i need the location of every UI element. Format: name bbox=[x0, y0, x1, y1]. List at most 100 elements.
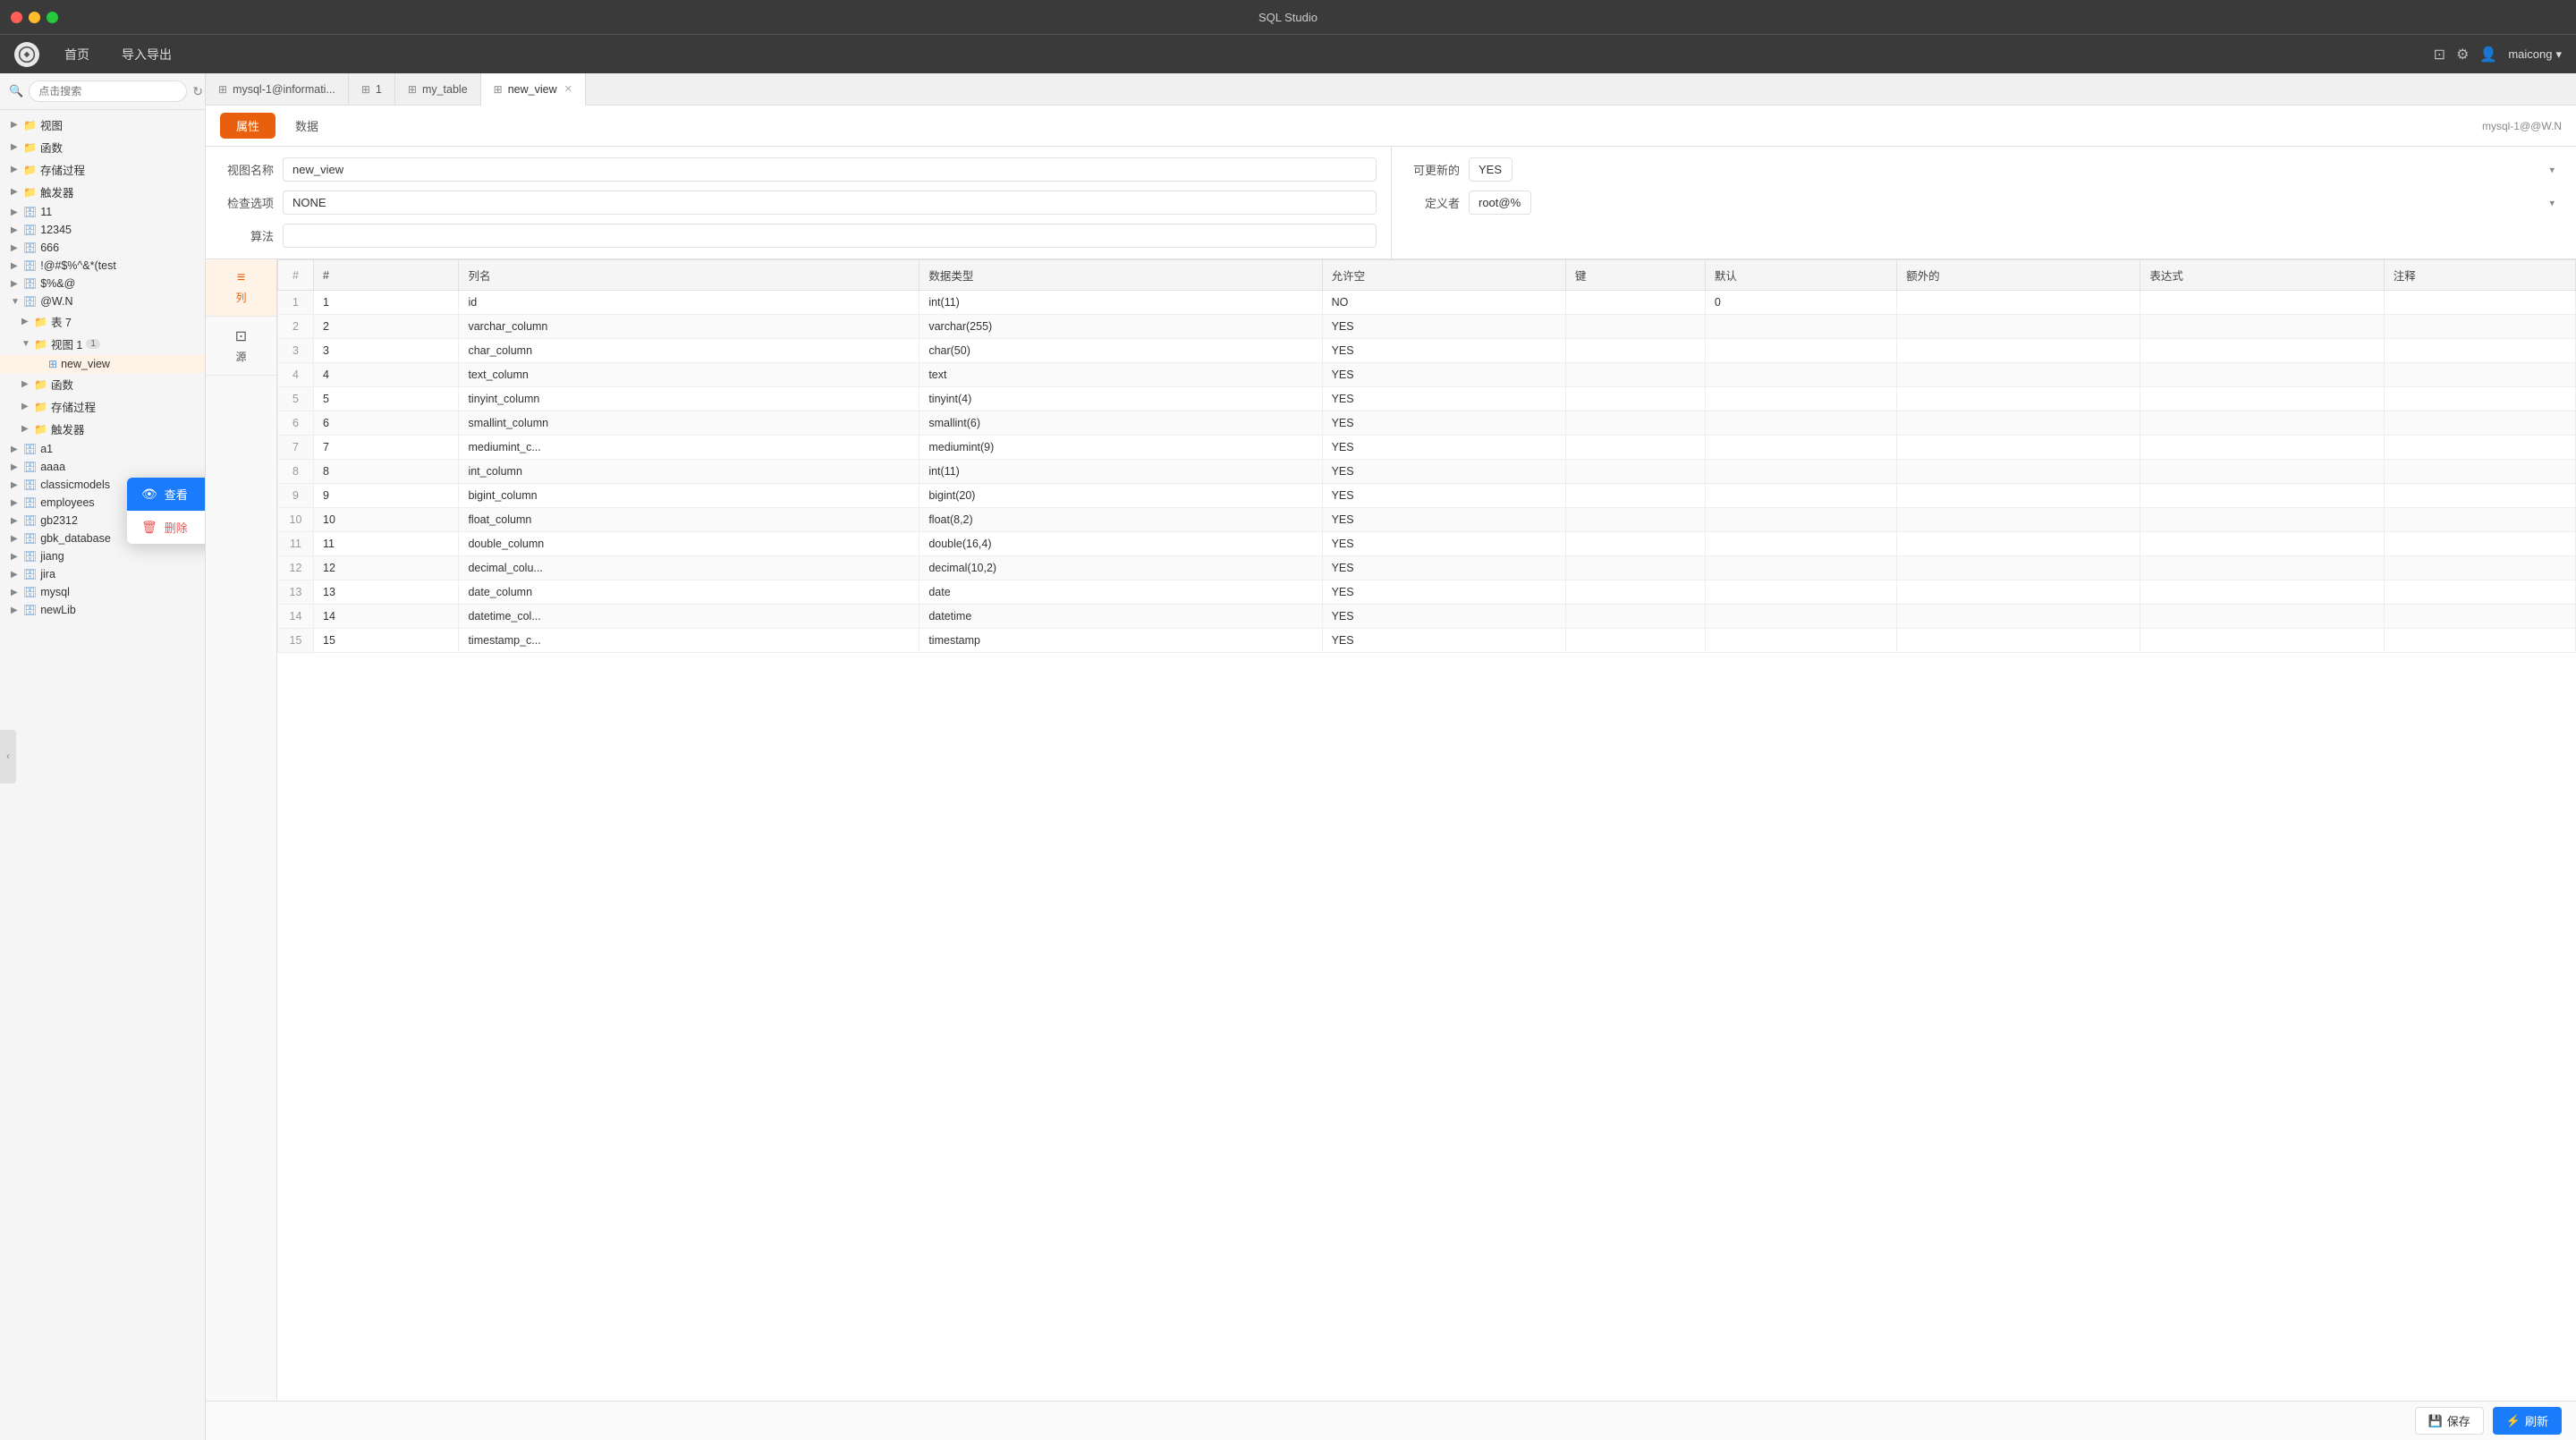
sidebar-item-@W.N[interactable]: ▼🗄@W.N bbox=[0, 292, 205, 310]
cell-key-12 bbox=[1565, 580, 1705, 605]
form-select-definer[interactable]: root@% bbox=[1469, 191, 1531, 215]
nav-home[interactable]: 首页 bbox=[57, 42, 97, 67]
table-row[interactable]: 1010float_columnfloat(8,2)YES bbox=[278, 508, 2576, 532]
sidebar-item-触发器2[interactable]: ▶📁触发器 bbox=[0, 418, 205, 440]
search-input[interactable] bbox=[29, 80, 187, 102]
sidebar-item-表7[interactable]: ▶📁表 7 bbox=[0, 310, 205, 333]
sidebar-item-jira[interactable]: ▶🗄jira bbox=[0, 565, 205, 583]
save-button[interactable]: 💾 保存 bbox=[2415, 1407, 2484, 1435]
form-input-view-name[interactable] bbox=[283, 157, 1377, 182]
table-row[interactable]: 77mediumint_c...mediumint(9)YES bbox=[278, 436, 2576, 460]
cell-extra-1 bbox=[1897, 315, 2140, 339]
table-row[interactable]: 11idint(11)NO0 bbox=[278, 291, 2576, 315]
db-icon: 🗄 bbox=[23, 604, 37, 616]
nav-import-export[interactable]: 导入导出 bbox=[114, 42, 179, 67]
form-row-updatable: 可更新的 YES NO bbox=[1406, 157, 2562, 182]
sidebar-item-a1[interactable]: ▶🗄a1 bbox=[0, 440, 205, 458]
sidebar-collapse-button[interactable]: ‹ bbox=[0, 730, 16, 784]
table-row[interactable]: 44text_columntextYES bbox=[278, 363, 2576, 387]
table-row[interactable]: 1515timestamp_c...timestampYES bbox=[278, 629, 2576, 653]
context-menu-item-delete[interactable]: 🗑删除 bbox=[127, 511, 206, 544]
cell-num-10: 11 bbox=[314, 532, 459, 556]
table-row[interactable]: 1414datetime_col...datetimeYES bbox=[278, 605, 2576, 629]
minimize-button[interactable] bbox=[29, 12, 40, 23]
cell-col_name-12: date_column bbox=[459, 580, 919, 605]
form-label-definer: 定义者 bbox=[1406, 194, 1460, 211]
sidebar-item-!@#$%^&*(test[interactable]: ▶🗄!@#$%^&*(test bbox=[0, 257, 205, 275]
table-row[interactable]: 1313date_columndateYES bbox=[278, 580, 2576, 605]
tab-icon-my_table: ⊞ bbox=[408, 83, 417, 96]
cell-num-4: 5 bbox=[314, 387, 459, 411]
sidebar-item-aaaa[interactable]: ▶🗄aaaa bbox=[0, 458, 205, 476]
user-icon[interactable]: 👤 bbox=[2479, 46, 2497, 64]
tree-item-label: gb2312 bbox=[40, 514, 78, 527]
refresh-icon[interactable]: ↻ bbox=[192, 84, 203, 99]
sidebar-item-视图[interactable]: ▶📁视图 bbox=[0, 114, 205, 136]
tab-mysql-1[interactable]: ⊞mysql-1@informati... bbox=[206, 73, 349, 105]
sidebar-item-mysql[interactable]: ▶🗄mysql bbox=[0, 583, 205, 601]
table-row[interactable]: 22varchar_columnvarchar(255)YES bbox=[278, 315, 2576, 339]
table-row[interactable]: 33char_columnchar(50)YES bbox=[278, 339, 2576, 363]
sidebar-item-触发器[interactable]: ▶📁触发器 bbox=[0, 181, 205, 203]
user-name[interactable]: maicong ▾ bbox=[2508, 47, 2562, 62]
sidebar-item-666[interactable]: ▶🗄666 bbox=[0, 239, 205, 257]
sidebar-item-函数[interactable]: ▶📁函数 bbox=[0, 136, 205, 158]
arrow-icon: ▶ bbox=[11, 462, 21, 472]
maximize-button[interactable] bbox=[47, 12, 58, 23]
settings-icon[interactable]: ⚙ bbox=[2456, 46, 2469, 64]
tab-close-new_view[interactable]: ✕ bbox=[564, 83, 572, 95]
tab-my_table[interactable]: ⊞my_table bbox=[395, 73, 481, 105]
sidebar-item-newLib[interactable]: ▶🗄newLib bbox=[0, 601, 205, 619]
table-row[interactable]: 88int_columnint(11)YES bbox=[278, 460, 2576, 484]
cell-col_name-4: tinyint_column bbox=[459, 387, 919, 411]
toolbar-tab-attr[interactable]: 属性 bbox=[220, 113, 275, 139]
traffic-lights bbox=[11, 12, 58, 23]
db-icon: 🗄 bbox=[23, 241, 37, 254]
sidebar-item-视图1[interactable]: ▼📁视图 11 bbox=[0, 333, 205, 355]
sidebar-item-存储过程2[interactable]: ▶📁存储过程 bbox=[0, 395, 205, 418]
cell-comment-9 bbox=[2384, 508, 2575, 532]
sidebar-item-12345[interactable]: ▶🗄12345 bbox=[0, 221, 205, 239]
close-button[interactable] bbox=[11, 12, 22, 23]
ctx-label-view: 查看 bbox=[165, 486, 188, 503]
form-input-check-option[interactable] bbox=[283, 191, 1377, 215]
sidebar-item-jiang[interactable]: ▶🗄jiang bbox=[0, 547, 205, 565]
refresh-button[interactable]: ⚡ 刷新 bbox=[2493, 1407, 2562, 1435]
sidebar-item-存储过程[interactable]: ▶📁存储过程 bbox=[0, 158, 205, 181]
tab-1[interactable]: ⊞1 bbox=[349, 73, 395, 105]
sidebar-item-11[interactable]: ▶🗄11 bbox=[0, 203, 205, 221]
context-menu-item-view[interactable]: 👁查看 bbox=[127, 478, 206, 511]
form-select-updatable[interactable]: YES NO bbox=[1469, 157, 1513, 182]
form-input-algorithm[interactable] bbox=[283, 224, 1377, 248]
cell-extra-7 bbox=[1897, 460, 2140, 484]
table-row[interactable]: 55tinyint_columntinyint(4)YES bbox=[278, 387, 2576, 411]
arrow-icon: ▶ bbox=[11, 588, 21, 597]
tree-item-label: a1 bbox=[40, 443, 53, 455]
tab-new_view[interactable]: ⊞new_view✕ bbox=[481, 73, 586, 106]
toolbar-tab-data[interactable]: 数据 bbox=[279, 113, 335, 139]
sidebar-item-函数2[interactable]: ▶📁函数 bbox=[0, 373, 205, 395]
cell-nullable-7: YES bbox=[1322, 460, 1565, 484]
cell-extra-2 bbox=[1897, 339, 2140, 363]
tree-item-label: gbk_database bbox=[40, 532, 111, 545]
cell-data_type-10: double(16,4) bbox=[919, 532, 1322, 556]
sidebar-item-new_view[interactable]: ⊞new_view bbox=[0, 355, 205, 373]
cell-default_val-0: 0 bbox=[1705, 291, 1896, 315]
cell-data_type-9: float(8,2) bbox=[919, 508, 1322, 532]
topnav-right: ⊡ ⚙ 👤 maicong ▾ bbox=[2434, 46, 2562, 64]
cell-comment-13 bbox=[2384, 605, 2575, 629]
tabs-bar: ⊞mysql-1@informati...⊞1⊞my_table⊞new_vie… bbox=[206, 73, 2576, 106]
table-row[interactable]: 1212decimal_colu...decimal(10,2)YES bbox=[278, 556, 2576, 580]
translate-icon[interactable]: ⊡ bbox=[2434, 46, 2445, 64]
cell-key-9 bbox=[1565, 508, 1705, 532]
table-sidebar-item-list[interactable]: ≡列 bbox=[206, 259, 276, 317]
data-table-wrap[interactable]: ##列名数据类型允许空键默认额外的表达式注释11idint(11)NO022va… bbox=[277, 259, 2576, 1401]
table-sidebar-item-source[interactable]: ⊡源 bbox=[206, 317, 276, 376]
sidebar-item-$%&@[interactable]: ▶🗄$%&@ bbox=[0, 275, 205, 292]
table-row[interactable]: 1111double_columndouble(16,4)YES bbox=[278, 532, 2576, 556]
table-row[interactable]: 99bigint_columnbigint(20)YES bbox=[278, 484, 2576, 508]
arrow-icon: ▶ bbox=[11, 243, 21, 253]
cell-key-5 bbox=[1565, 411, 1705, 436]
table-row[interactable]: 66smallint_columnsmallint(6)YES bbox=[278, 411, 2576, 436]
cell-extra-14 bbox=[1897, 629, 2140, 653]
